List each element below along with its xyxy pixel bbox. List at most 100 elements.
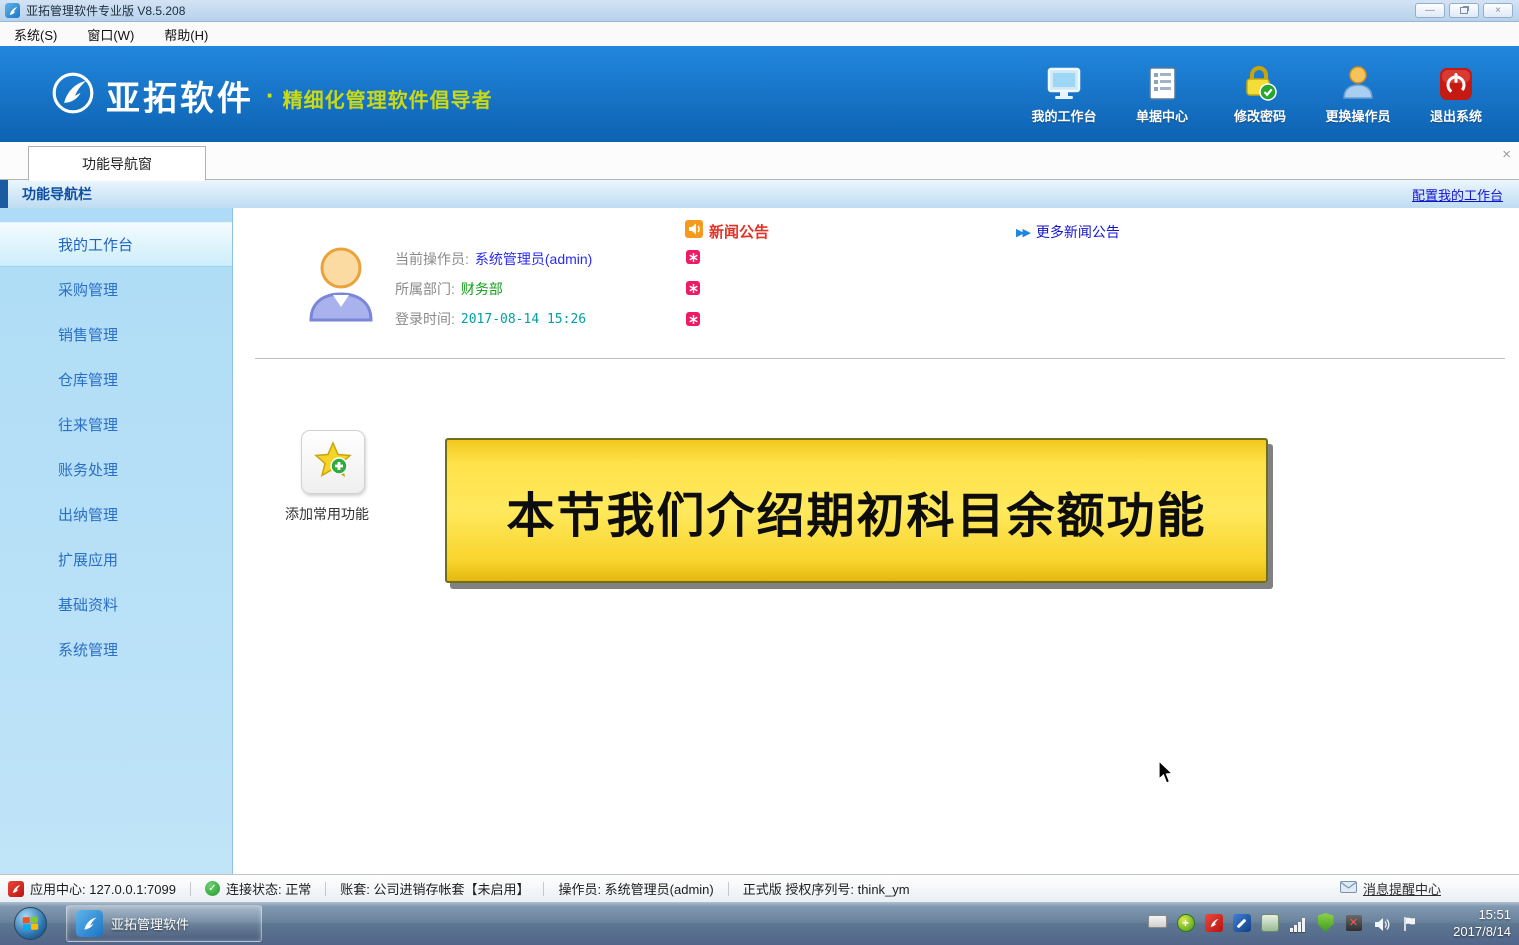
sidebar-item-my-workbench[interactable]: 我的工作台 [0,222,232,267]
taskbar: 亚拓管理软件 + ✕ [0,902,1519,945]
clock-date: 2017/8/14 [1453,923,1511,940]
sidebar: 我的工作台 采购管理 销售管理 仓库管理 往来管理 账务处理 出纳管理 扩展应用… [0,208,233,874]
action-center-flag-icon[interactable] [1400,913,1419,932]
add-common-function-label: 添加常用功能 [285,504,369,524]
app-logo-icon [5,3,20,18]
more-news-link[interactable]: ▶▶ 更多新闻公告 [1016,222,1120,242]
sidebar-item-cashier[interactable]: 出纳管理 [0,492,232,537]
news-item-badge[interactable] [686,250,700,264]
taskbar-clock[interactable]: 15:51 2017/8/14 [1453,906,1511,940]
brand-slogan: 精细化管理软件倡导者 [283,78,493,113]
nav-title: 功能导航栏 [22,184,92,204]
news-item-badge[interactable] [686,312,700,326]
status-account-set: 账套: 公司进销存帐套【未启用】 [340,879,529,898]
taskbar-app-button[interactable]: 亚拓管理软件 [66,905,262,942]
nav-accent-bar [0,180,8,208]
network-signal-icon[interactable] [1288,913,1307,932]
taskbar-app-label: 亚拓管理软件 [111,914,189,933]
lock-icon [1240,60,1280,102]
account-set-text: 账套: 公司进销存帐套【未启用】 [340,879,529,898]
tab-close-icon[interactable]: × [1502,146,1511,163]
envelope-icon [1340,881,1357,896]
status-operator: 操作员: 系统管理员(admin) [558,879,713,898]
brand-separator: · [266,80,275,111]
close-icon: × [1495,6,1501,16]
sidebar-item-base-data[interactable]: 基础资料 [0,582,232,627]
keyboard-tray-icon[interactable] [1148,913,1167,932]
status-separator [543,882,544,896]
message-center-link[interactable]: 消息提醒中心 [1340,879,1441,898]
tab-function-navigation[interactable]: 功能导航窗 [28,146,206,181]
system-tray: + ✕ [1148,913,1419,932]
toolbar-document-center[interactable]: 单据中心 [1113,60,1211,125]
operator-label: 当前操作员: [395,249,469,269]
toolbar-label: 修改密码 [1234,106,1286,125]
close-button[interactable]: × [1483,3,1513,18]
toolbar-label: 我的工作台 [1031,106,1096,125]
brand-name: 亚拓软件 [106,71,254,120]
news-item-badge[interactable] [686,281,700,295]
menu-window[interactable]: 窗口(W) [87,25,134,44]
toolbar-exit-system[interactable]: 退出系统 [1407,60,1505,125]
security-shield-icon[interactable] [1316,913,1335,932]
message-center-label: 消息提醒中心 [1363,879,1441,898]
operator-value: 系统管理员(admin) [475,249,592,269]
connection-text: 连接状态: 正常 [226,879,311,898]
app-center-text: 应用中心: 127.0.0.1:7099 [30,879,176,898]
app-header: 亚拓软件 · 精细化管理软件倡导者 我的工作台 [0,46,1519,142]
function-nav-bar: 功能导航栏 配置我的工作台 [0,180,1519,208]
menu-help[interactable]: 帮助(H) [164,25,208,44]
sidebar-item-purchase[interactable]: 采购管理 [0,267,232,312]
volume-icon[interactable] [1372,913,1391,932]
restore-icon [1460,7,1468,14]
toolbar-change-password[interactable]: 修改密码 [1211,60,1309,125]
menu-bar: 系统(S) 窗口(W) 帮助(H) [0,22,1519,46]
sidebar-item-accounting[interactable]: 账务处理 [0,447,232,492]
user-icon [1340,60,1376,102]
status-license: 正式版 授权序列号: think_ym [743,879,910,898]
yatuo-tray-icon[interactable] [1204,913,1223,932]
double-arrow-icon: ▶▶ [1016,226,1029,239]
power-icon [1438,60,1474,102]
announcement-speaker-icon [685,220,703,243]
window-controls: — × [1415,3,1513,18]
operator-text: 操作员: 系统管理员(admin) [558,879,713,898]
content-divider [255,358,1505,359]
toolbar-change-operator[interactable]: 更换操作员 [1309,60,1407,125]
document-icon [1145,60,1179,102]
start-button[interactable] [14,907,47,940]
clock-time: 15:51 [1453,906,1511,923]
title-bar: 亚拓管理软件专业版 V8.5.208 — × [0,0,1519,22]
sidebar-item-extensions[interactable]: 扩展应用 [0,537,232,582]
sidebar-item-system[interactable]: 系统管理 [0,627,232,672]
minimize-icon: — [1425,6,1435,16]
news-title: 新闻公告 [709,221,769,242]
license-text: 正式版 授权序列号: think_ym [743,879,910,898]
login-time-value: 2017-08-14 15:26 [461,312,586,327]
menu-system[interactable]: 系统(S) [14,25,57,44]
sidebar-item-sales[interactable]: 销售管理 [0,312,232,357]
minimize-button[interactable]: — [1415,3,1445,18]
toolbox-tray-icon[interactable] [1260,913,1279,932]
configure-workbench-link[interactable]: 配置我的工作台 [1412,185,1503,204]
add-common-function-button[interactable] [301,430,365,494]
more-news-label: 更多新闻公告 [1036,222,1120,242]
toolbar-my-workbench[interactable]: 我的工作台 [1015,60,1113,125]
restore-button[interactable] [1449,3,1479,18]
main-content: 当前操作员: 系统管理员(admin) 所属部门: 财务部 登录时间: 2017… [233,208,1519,874]
power-plug-icon[interactable]: ✕ [1344,913,1363,932]
department-value: 财务部 [461,279,503,299]
app-center-icon [8,881,24,897]
tab-strip: 功能导航窗 × [0,142,1519,180]
brand-logo-icon [50,70,96,121]
sidebar-item-warehouse[interactable]: 仓库管理 [0,357,232,402]
antivirus-tray-icon[interactable]: + [1176,913,1195,932]
status-connection: ✓ 连接状态: 正常 [205,879,311,898]
window-title: 亚拓管理软件专业版 V8.5.208 [26,2,185,19]
header-toolbar: 我的工作台 单据中心 [1015,60,1505,125]
tools-tray-icon[interactable] [1232,913,1251,932]
sidebar-item-contacts[interactable]: 往来管理 [0,402,232,447]
star-plus-icon [313,440,353,485]
status-bar: 应用中心: 127.0.0.1:7099 ✓ 连接状态: 正常 账套: 公司进销… [0,874,1519,902]
status-separator [325,882,326,896]
